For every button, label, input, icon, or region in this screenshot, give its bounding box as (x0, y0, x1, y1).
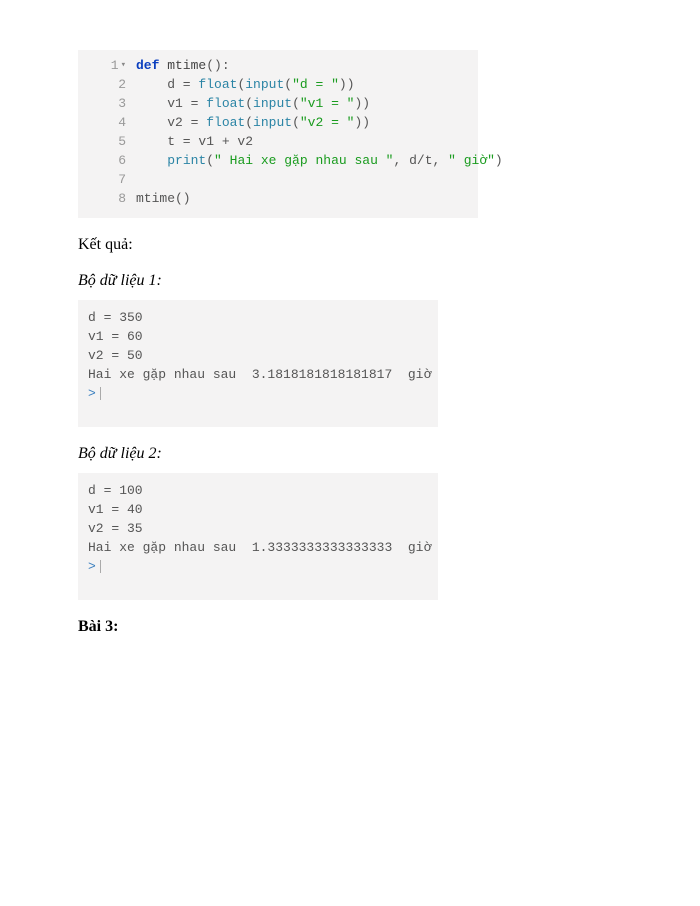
result-label: Kết quả: (78, 236, 622, 254)
code-line-1: 1▾ def mtime(): (78, 56, 478, 75)
code-content: mtime() (136, 189, 191, 208)
document-page: 1▾ def mtime(): 2 d = float(input("d = "… (0, 0, 700, 696)
prompt-icon: > (88, 559, 96, 574)
code-content: print(" Hai xe gặp nhau sau ", d/t, " gi… (136, 151, 503, 170)
cursor-icon (100, 387, 101, 400)
output-block-1: d = 350 v1 = 60 v2 = 50 Hai xe gặp nhau … (78, 300, 438, 427)
code-line-8: 8 mtime() (78, 189, 478, 208)
dataset2-label: Bộ dữ liệu 2: (78, 445, 622, 463)
line-number: 6 (78, 151, 136, 170)
line-number: 1▾ (78, 56, 136, 75)
code-line-6: 6 print(" Hai xe gặp nhau sau ", d/t, " … (78, 151, 478, 170)
code-line-4: 4 v2 = float(input("v2 = ")) (78, 113, 478, 132)
line-number: 8 (78, 189, 136, 208)
line-number: 3 (78, 94, 136, 113)
prompt-icon: > (88, 386, 96, 401)
code-line-7: 7 (78, 170, 478, 189)
output-block-2: d = 100 v1 = 40 v2 = 35 Hai xe gặp nhau … (78, 473, 438, 600)
code-content: t = v1 + v2 (136, 132, 253, 151)
code-line-2: 2 d = float(input("d = ")) (78, 75, 478, 94)
code-line-3: 3 v1 = float(input("v1 = ")) (78, 94, 478, 113)
dataset1-label: Bộ dữ liệu 1: (78, 272, 622, 290)
line-number: 2 (78, 75, 136, 94)
line-number: 4 (78, 113, 136, 132)
cursor-icon (100, 560, 101, 573)
line-number: 5 (78, 132, 136, 151)
code-line-5: 5 t = v1 + v2 (78, 132, 478, 151)
code-content: def mtime(): (136, 56, 230, 75)
code-content: v2 = float(input("v2 = ")) (136, 113, 370, 132)
code-content: d = float(input("d = ")) (136, 75, 355, 94)
code-block: 1▾ def mtime(): 2 d = float(input("d = "… (78, 50, 478, 218)
code-content: v1 = float(input("v1 = ")) (136, 94, 370, 113)
bai3-label: Bài 3: (78, 618, 622, 636)
fold-icon: ▾ (121, 56, 126, 75)
line-number: 7 (78, 170, 136, 189)
